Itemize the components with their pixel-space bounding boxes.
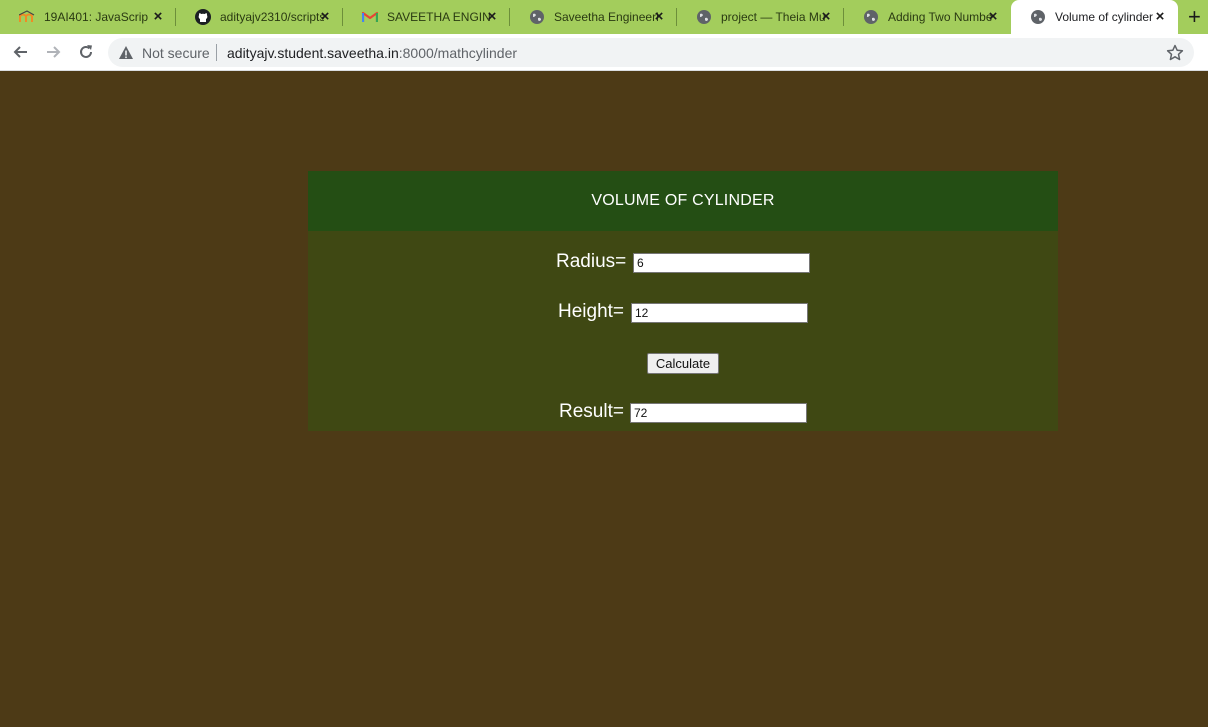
address-divider [216,44,217,61]
tab-gmail[interactable]: SAVEETHA ENGINEERING × [343,0,510,34]
result-label: Result= [559,401,624,422]
tab-title: 19AI401: JavaScript [44,10,148,24]
close-tab-icon[interactable]: × [484,9,500,25]
moodle-icon [19,9,35,25]
close-tab-icon[interactable]: × [651,9,667,25]
security-label[interactable]: Not secure [142,45,210,61]
url-path: :8000/mathcylinder [398,45,518,61]
tab-javascript[interactable]: 19AI401: JavaScript × [0,0,176,34]
url-text[interactable]: adityajv.student.saveetha.in:8000/mathcy… [227,45,517,61]
browser-toolbar: Not secure adityajv.student.saveetha.in:… [0,34,1208,71]
height-label: Height= [558,301,625,322]
url-host: adityajv.student.saveetha.in [227,45,399,61]
gmail-icon [362,9,378,25]
tab-strip: 19AI401: JavaScript × adityajv2310/scrip… [0,0,1208,34]
close-tab-icon[interactable]: × [985,9,1001,25]
globe-icon [529,9,545,25]
globe-icon [1030,9,1046,25]
close-tab-icon[interactable]: × [317,9,333,25]
page-title: VOLUME OF CYLINDER [591,192,775,209]
radius-label: Radius= [556,251,627,272]
radius-input[interactable] [633,253,810,273]
tab-title: adityajv2310/scripts [220,10,324,24]
tab-title: project — Theia Multi [721,10,825,24]
tab-title: Volume of cylinder [1055,10,1154,24]
calculate-button[interactable]: Calculate [647,353,719,374]
bookmark-star-icon[interactable] [1166,44,1184,62]
tab-saveetha[interactable]: Saveetha Engineering × [510,0,677,34]
new-tab-icon[interactable]: + [1188,6,1208,28]
tab-title: Saveetha Engineering [554,10,658,24]
warning-icon[interactable] [118,45,134,61]
tab-volume-of-cylinder[interactable]: Volume of cylinder × [1011,0,1178,34]
tab-theia-project[interactable]: project — Theia Multi × [677,0,844,34]
close-tab-icon[interactable]: × [150,9,166,25]
result-output[interactable] [630,403,807,423]
tab-title: Adding Two Numbers [888,10,992,24]
reload-icon[interactable] [74,40,98,64]
height-input[interactable] [631,303,808,323]
globe-icon [863,9,879,25]
tab-adding-two-numbers[interactable]: Adding Two Numbers × [844,0,1011,34]
globe-icon [696,9,712,25]
forward-icon[interactable] [41,40,65,64]
address-bar[interactable]: Not secure adityajv.student.saveetha.in:… [108,38,1194,67]
close-tab-icon[interactable]: × [1152,9,1168,25]
tab-github[interactable]: adityajv2310/scripts × [176,0,343,34]
tab-title: SAVEETHA ENGINEERING [387,10,491,24]
page-header: VOLUME OF CYLINDER [308,171,1058,231]
github-icon [195,9,211,25]
close-tab-icon[interactable]: × [818,9,834,25]
back-icon[interactable] [9,40,33,64]
